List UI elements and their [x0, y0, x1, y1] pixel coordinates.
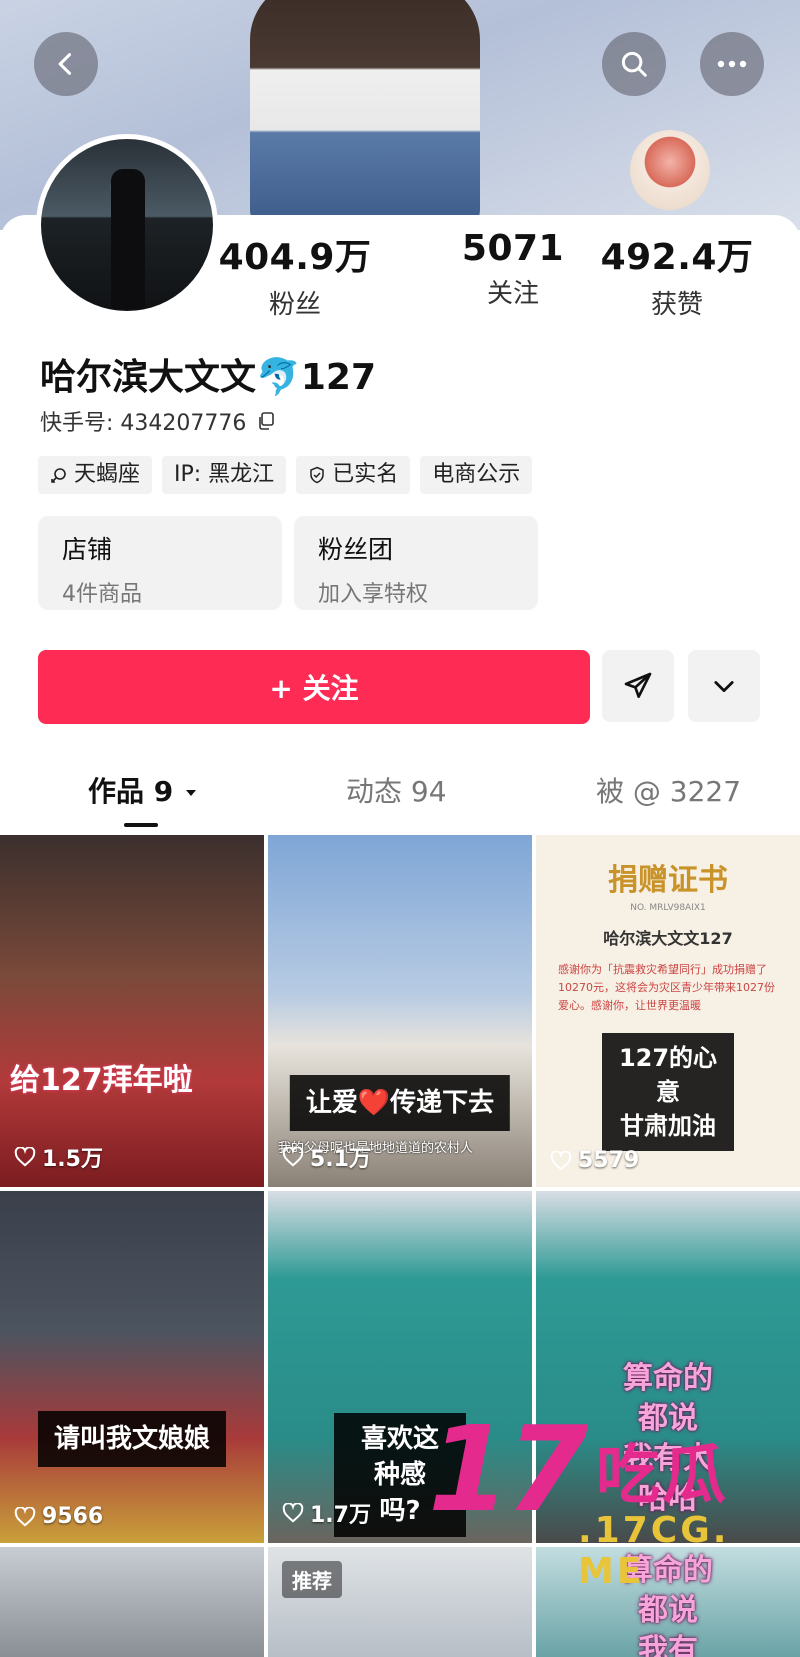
fan-club-box[interactable]: 粉丝团 加入享特权 [294, 516, 538, 610]
more-dots-icon [717, 60, 747, 68]
more-button[interactable] [700, 32, 764, 96]
tab-underline [124, 823, 158, 827]
tab-mentions-label: 被 @ 3227 [596, 775, 742, 808]
certificate-number: NO. MRLV98AIX1 [630, 903, 706, 913]
stat-fans-label: 粉丝 [268, 290, 321, 320]
cover-cake [630, 130, 710, 210]
profile-name-text: 哈尔滨大文文 [40, 357, 257, 398]
stat-following-label: 关注 [486, 279, 539, 309]
tag-zodiac-label: 天蝎座 [74, 462, 141, 487]
certificate-title: 捐赠证书 [608, 863, 728, 898]
tab-works[interactable]: 作品 9 [88, 770, 199, 810]
tag-ip-label: IP: 黑龙江 [174, 462, 275, 487]
video-card[interactable]: 捐赠证书 NO. MRLV98AIX1 哈尔滨大文文127 感谢你为「抗震救灾希… [536, 835, 800, 1187]
content-tabs: 作品 9 动态 94 被 @ 3227 [0, 770, 800, 830]
stat-likes-value: 492.4万 [600, 237, 754, 278]
share-button[interactable] [602, 650, 674, 722]
like-count-text: 1.7万 [310, 1503, 371, 1528]
like-count: 1.7万 [282, 1497, 371, 1529]
video-card[interactable]: 请叫我文娘娘 9566 [0, 1191, 264, 1543]
shield-check-icon [310, 466, 324, 484]
tag-ecommerce[interactable]: 电商公示 [420, 456, 533, 494]
like-count: 5579 [550, 1148, 639, 1173]
tab-moments-label: 动态 94 [346, 775, 447, 808]
expand-button[interactable] [688, 650, 760, 722]
heart-icon [14, 1506, 36, 1526]
profile-name: 哈尔滨大文文🐬127 [40, 348, 376, 400]
watermark-chinese: 吃瓜 [596, 1439, 728, 1513]
tag-verified[interactable]: 已实名 [296, 456, 411, 494]
video-card[interactable]: 给127拜年啦 1.5万 [0, 835, 264, 1187]
video-card[interactable] [0, 1547, 264, 1657]
search-icon [621, 51, 647, 77]
avatar-image [41, 139, 213, 311]
tab-works-label: 作品 9 [88, 775, 174, 808]
watermark-url: .17CG. ME [578, 1510, 730, 1592]
like-count-text: 5.1万 [310, 1147, 371, 1172]
like-count-text: 9566 [42, 1504, 104, 1529]
profile-name-suffix: 127 [300, 357, 376, 398]
heart-icon [282, 1503, 304, 1523]
heart-icon [14, 1147, 36, 1167]
like-count: 1.5万 [14, 1141, 103, 1173]
stat-following-value: 5071 [461, 228, 565, 269]
stat-following[interactable]: 5071 关注 [428, 228, 598, 310]
send-icon [624, 672, 652, 698]
heart-icon [550, 1150, 572, 1170]
video-caption: 让爱❤️传递下去 [289, 1075, 511, 1131]
caret-down-icon [185, 790, 196, 796]
tab-moments[interactable]: 动态 94 [346, 770, 447, 810]
avatar[interactable] [36, 134, 218, 316]
certificate-name: 哈尔滨大文文127 [603, 929, 733, 948]
cover-person [250, 0, 480, 230]
site-watermark: 17 吃瓜 .17CG. ME [428, 1400, 800, 1592]
zodiac-icon [51, 468, 66, 483]
user-id: 快手号: 434207776 [40, 405, 276, 437]
shop-title: 店铺 [62, 535, 113, 564]
certificate-body: 感谢你为「抗震救灾希望同行」成功捐赠了10270元，这将会为灾区青少年带来102… [558, 963, 775, 1012]
shop-box[interactable]: 店铺 4件商品 [38, 516, 282, 610]
chevron-down-icon [714, 681, 734, 693]
tag-verified-label: 已实名 [332, 462, 399, 487]
search-button[interactable] [602, 32, 666, 96]
like-count: 5.1万 [282, 1141, 371, 1173]
video-caption: 给127拜年啦 [10, 1063, 193, 1098]
video-caption: 请叫我文娘娘 [37, 1411, 227, 1467]
recommend-badge: 推荐 [282, 1561, 342, 1598]
like-count-text: 5579 [578, 1148, 640, 1173]
follow-label: + 关注 [269, 672, 359, 705]
user-id-text: 快手号: 434207776 [40, 411, 247, 436]
tag-zodiac[interactable]: 天蝎座 [38, 456, 153, 494]
video-caption: 127的心意 甘肃加油 [602, 1033, 734, 1151]
tag-ecommerce-label: 电商公示 [432, 462, 521, 487]
copy-icon[interactable] [256, 411, 276, 431]
tag-row: 天蝎座 IP: 黑龙江 已实名 电商公示 [38, 456, 533, 494]
tag-ip: IP: 黑龙江 [162, 456, 287, 494]
like-count-text: 1.5万 [42, 1147, 103, 1172]
like-count: 9566 [14, 1504, 103, 1529]
shop-sub: 4件商品 [62, 582, 142, 607]
watermark-number: 17 [428, 1400, 588, 1538]
dolphin-emoji: 🐬 [256, 357, 301, 398]
stat-fans[interactable]: 404.9万 粉丝 [210, 228, 380, 321]
follow-button[interactable]: + 关注 [38, 650, 590, 724]
back-button[interactable] [34, 32, 98, 96]
chevron-left-icon [58, 53, 72, 75]
video-card[interactable]: 让爱❤️传递下去 我的父母呢也是地地道道的农村人 5.1万 [268, 835, 532, 1187]
fan-club-sub: 加入享特权 [318, 582, 429, 607]
fan-club-title: 粉丝团 [318, 535, 394, 564]
tab-mentions[interactable]: 被 @ 3227 [596, 770, 741, 810]
stat-likes-label: 获赞 [650, 290, 703, 320]
heart-icon [282, 1147, 304, 1167]
stat-likes[interactable]: 492.4万 获赞 [592, 228, 762, 321]
stat-fans-value: 404.9万 [218, 237, 372, 278]
